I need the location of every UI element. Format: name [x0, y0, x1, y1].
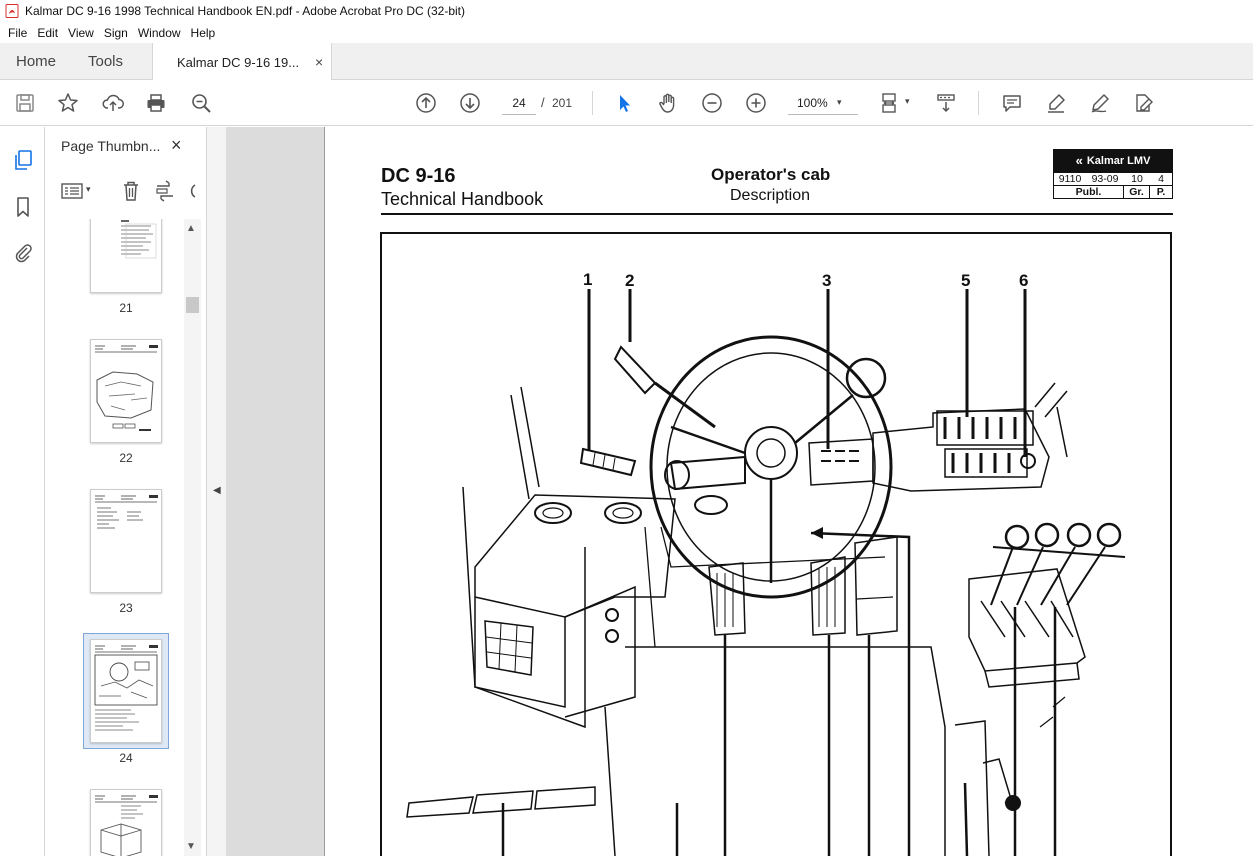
page-total: 201	[552, 96, 573, 110]
hand-icon[interactable]	[655, 90, 681, 116]
page-thumbnail[interactable]	[90, 219, 162, 293]
menu-bar: File Edit View Sign Window Help	[0, 22, 1253, 43]
page-number-input[interactable]	[502, 91, 536, 115]
zoom-select[interactable]: 100% ▾	[788, 91, 858, 115]
document-view[interactable]: DC 9-16 Technical Handbook Operator's ca…	[226, 127, 1253, 856]
callout-6: 6	[1019, 271, 1029, 290]
pdf-file-icon	[5, 4, 19, 18]
highlight-pen-icon[interactable]	[1043, 90, 1069, 116]
panel-divider[interactable]: ◀	[206, 127, 226, 856]
cursor-icon[interactable]	[611, 90, 637, 116]
zoom-value: 100%	[797, 95, 828, 110]
menu-sign[interactable]: Sign	[99, 26, 133, 40]
upload-icon[interactable]	[100, 90, 126, 116]
page-thumbnail-current[interactable]	[90, 639, 162, 743]
menu-edit[interactable]: Edit	[32, 26, 63, 40]
thumbnail-list: 21 22 23 24	[46, 219, 184, 856]
magnifier-icon[interactable]	[188, 90, 214, 116]
callout-5: 5	[961, 271, 971, 290]
rotate-page-icon[interactable]	[154, 180, 176, 202]
document-tab-label: Kalmar DC 9-16 19...	[177, 54, 300, 70]
thumbnail-page-number: 21	[119, 301, 133, 315]
title-bar: Kalmar DC 9-16 1998 Technical Handbook E…	[0, 0, 1253, 22]
options-chevron-down-icon[interactable]: ▾	[86, 184, 91, 195]
thumbnails-panel: Page Thumbn... × ▾ 21 22 23 24 ▲ ▼	[46, 127, 206, 856]
minus-circle-icon[interactable]	[699, 90, 725, 116]
page-thumbnail[interactable]	[90, 339, 162, 443]
arrow-up-circle-icon[interactable]	[413, 90, 439, 116]
star-icon[interactable]	[55, 90, 81, 116]
menu-help[interactable]: Help	[186, 26, 221, 40]
collapse-panel-icon[interactable]: ◀	[213, 485, 221, 496]
print-icon[interactable]	[143, 90, 169, 116]
plus-circle-icon[interactable]	[743, 90, 769, 116]
scroll-up-chevron-icon[interactable]: ▲	[186, 223, 196, 234]
close-panel-icon[interactable]: ×	[171, 135, 182, 156]
bookmark-icon[interactable]	[10, 194, 36, 220]
fit-page-icon[interactable]	[877, 90, 903, 116]
scrollbar-thumb[interactable]	[186, 297, 199, 313]
scroll-mode-icon[interactable]	[933, 90, 959, 116]
thumbnail-page-number: 23	[119, 601, 133, 615]
toolbar-divider	[978, 91, 979, 115]
callout-2: 2	[625, 271, 635, 290]
tab-document[interactable]: Kalmar DC 9-16 19... ×	[152, 43, 332, 81]
callout-1: 1	[583, 270, 593, 289]
menu-file[interactable]: File	[3, 26, 32, 40]
arrow-down-circle-icon[interactable]	[457, 90, 483, 116]
comment-icon[interactable]	[999, 90, 1025, 116]
toolbar-divider	[592, 91, 593, 115]
close-tab-icon[interactable]: ×	[315, 54, 323, 70]
fill-sign-icon[interactable]	[1130, 90, 1156, 116]
tab-home[interactable]: Home	[16, 43, 56, 80]
menu-view[interactable]: View	[63, 26, 99, 40]
window-title: Kalmar DC 9-16 1998 Technical Handbook E…	[25, 4, 466, 18]
pdf-page: DC 9-16 Technical Handbook Operator's ca…	[324, 127, 1253, 856]
thumbnail-page-number: 22	[119, 451, 133, 465]
callout-3: 3	[822, 271, 832, 290]
save-icon[interactable]	[12, 90, 38, 116]
tab-tools[interactable]: Tools	[88, 43, 123, 80]
chevron-down-icon: ▾	[837, 97, 842, 107]
page-thumbnails-icon[interactable]	[10, 147, 36, 173]
page-thumbnail[interactable]	[90, 489, 162, 593]
scroll-down-chevron-icon[interactable]: ▼	[186, 841, 196, 852]
page-separator: /	[541, 95, 545, 110]
page-thumbnail[interactable]	[90, 789, 162, 856]
tab-bar: Home Tools Kalmar DC 9-16 19... ×	[0, 43, 1253, 81]
thumbnail-page-number: 24	[119, 751, 133, 765]
draw-icon[interactable]	[1087, 90, 1113, 116]
menu-window[interactable]: Window	[133, 26, 186, 40]
left-rail	[0, 127, 45, 856]
operators-cab-illustration	[380, 232, 1172, 856]
paperclip-icon[interactable]	[10, 240, 36, 266]
thumbnail-tools: ▾	[46, 171, 206, 211]
thumbnail-options-icon[interactable]	[61, 181, 83, 201]
thumbnail-scrollbar[interactable]	[184, 219, 201, 856]
main-toolbar: / 201 100% ▾ ▾	[0, 80, 1253, 126]
trash-icon[interactable]	[121, 180, 141, 202]
panel-title: Page Thumbn...	[61, 138, 161, 154]
redo-partial-icon[interactable]	[185, 182, 197, 200]
fit-dropdown-chevron-icon[interactable]: ▾	[905, 96, 910, 107]
